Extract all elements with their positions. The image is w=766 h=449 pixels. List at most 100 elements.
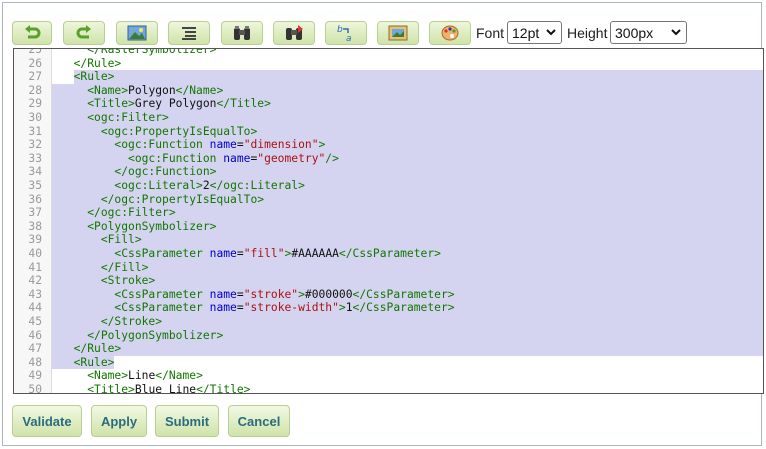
code-line: 30 <ogc:Filter> (14, 111, 763, 125)
line-number: 26 (28, 56, 42, 70)
line-number: 44 (28, 301, 42, 315)
line-number: 47 (28, 342, 42, 356)
code-text[interactable]: </PolygonSymbolizer> (60, 329, 223, 343)
apply-button[interactable]: Apply (91, 405, 147, 437)
code-line: 45 </Stroke> (14, 315, 763, 329)
code-text[interactable]: </RasterSymbolizer> (60, 49, 216, 57)
align-lines-icon (182, 27, 196, 40)
line-number: 46 (28, 328, 42, 342)
code-text[interactable]: <ogc:Function name="geometry"/> (60, 152, 339, 166)
line-number: 50 (28, 383, 42, 394)
palette-icon (441, 25, 459, 41)
svg-text:a: a (346, 34, 352, 42)
line-number: 30 (28, 111, 42, 124)
code-text[interactable]: <ogc:Function name="dimension"> (60, 138, 325, 152)
line-number: 28 (28, 83, 42, 97)
code-text[interactable]: <Name>Polygon</Name> (60, 84, 223, 98)
code-line: 47 </Rule> (14, 342, 763, 356)
line-number: 39 (28, 233, 42, 247)
line-number: 31 (28, 124, 42, 138)
code-text[interactable]: <Stroke> (60, 274, 155, 288)
code-text[interactable]: <CssParameter name="stroke">#000000</Css… (60, 288, 454, 302)
picture-icon (388, 25, 408, 41)
line-number: 34 (28, 165, 42, 179)
height-label: Height (567, 25, 608, 41)
code-line: 44 <CssParameter name="stroke-width">1</… (14, 301, 763, 315)
cancel-button[interactable]: Cancel (228, 405, 290, 437)
height-select[interactable]: 300px (610, 21, 687, 44)
code-text[interactable]: </ogc:PropertyIsEqualTo> (60, 193, 264, 207)
code-text[interactable]: </ogc:Function> (60, 165, 216, 179)
code-line: 28 <Name>Polygon</Name> (14, 83, 763, 98)
font-size-select[interactable]: 12pt (507, 21, 562, 44)
selection-highlight (52, 260, 763, 275)
code-line: 27 <Rule> (14, 70, 763, 84)
code-line: 49 <Name>Line</Name> (14, 369, 763, 383)
line-number: 25 (28, 48, 42, 56)
binoculars-icon (234, 26, 250, 40)
code-text[interactable]: <Name>Line</Name> (60, 369, 203, 383)
binoculars-replace-icon (286, 25, 303, 40)
code-text[interactable]: <Rule> (60, 356, 115, 370)
code-text[interactable]: <CssParameter name="stroke-width">1</Css… (60, 301, 454, 315)
line-number: 41 (28, 260, 42, 274)
image-icon (127, 25, 147, 41)
code-line: 31 <ogc:PropertyIsEqualTo> (14, 124, 763, 139)
code-line: 41 </Fill> (14, 260, 763, 275)
editor-toolbar: ba Font 12pt Height 300px (12, 21, 752, 47)
code-text[interactable]: <ogc:Literal>2</ogc:Literal> (60, 179, 304, 193)
color-palette-button[interactable] (429, 21, 471, 45)
code-text[interactable]: <Fill> (60, 233, 142, 247)
picture-button[interactable] (377, 21, 419, 45)
redo-icon (76, 25, 91, 39)
code-text[interactable]: <Rule> (60, 70, 115, 84)
code-text[interactable]: <CssParameter name="fill">#AAAAAA</CssPa… (60, 247, 441, 261)
line-number: 45 (28, 315, 42, 328)
code-line: 34 </ogc:Function> (14, 165, 763, 179)
chevron-down-icon (671, 29, 681, 36)
validate-button[interactable]: Validate (12, 405, 82, 437)
line-number: 37 (28, 206, 42, 220)
code-text[interactable]: <PolygonSymbolizer> (60, 220, 216, 234)
code-editor[interactable]: 25 </RasterSymbolizer> 26 </Rule> 27 <Rule… (13, 48, 764, 394)
submit-button[interactable]: Submit (155, 405, 219, 437)
selection-highlight (52, 274, 763, 288)
line-number: 40 (28, 247, 42, 260)
line-number: 42 (28, 274, 42, 288)
find-button[interactable] (221, 21, 263, 45)
code-text[interactable]: </Rule> (60, 57, 122, 71)
font-label: Font (476, 25, 505, 41)
reformat-button[interactable] (168, 21, 210, 45)
code-text[interactable]: <Title>Blue Line</Title> (60, 383, 250, 393)
font-size-value: 12pt (512, 24, 540, 41)
redo-button[interactable] (63, 21, 105, 45)
code-line: 36 </ogc:PropertyIsEqualTo> (14, 192, 763, 207)
line-number: 49 (28, 369, 42, 383)
code-line: 46 </PolygonSymbolizer> (14, 328, 763, 343)
selection-highlight (52, 233, 763, 247)
code-text[interactable]: </Fill> (60, 261, 149, 275)
code-line: 48 <Rule> (14, 355, 763, 370)
height-value: 300px (615, 24, 654, 41)
find-replace-button[interactable] (273, 21, 315, 45)
svg-text:b: b (337, 25, 343, 35)
code-text[interactable]: <ogc:Filter> (60, 111, 169, 125)
undo-icon (25, 25, 41, 39)
chevron-down-icon (546, 29, 556, 36)
code-line: 40 <CssParameter name="fill">#AAAAAA</Cs… (14, 247, 763, 261)
code-line: 26 </Rule> (14, 57, 763, 71)
code-line: 42 <Stroke> (14, 274, 763, 288)
code-line: 32 <ogc:Function name="dimension"> (14, 138, 763, 152)
code-text[interactable]: </ogc:Filter> (60, 206, 175, 220)
code-text[interactable]: </Rule> (60, 342, 122, 356)
code-line: 38 <PolygonSymbolizer> (14, 219, 763, 234)
undo-button[interactable] (12, 21, 52, 45)
replace-text-button[interactable]: ba (325, 21, 367, 45)
code-text[interactable]: </Stroke> (60, 315, 162, 329)
code-line: 39 <Fill> (14, 233, 763, 247)
line-number: 43 (28, 287, 42, 301)
line-number: 36 (28, 192, 42, 206)
code-text[interactable]: <ogc:PropertyIsEqualTo> (60, 125, 257, 139)
code-text[interactable]: <Title>Grey Polygon</Title> (60, 97, 271, 111)
insert-image-button[interactable] (116, 21, 158, 45)
